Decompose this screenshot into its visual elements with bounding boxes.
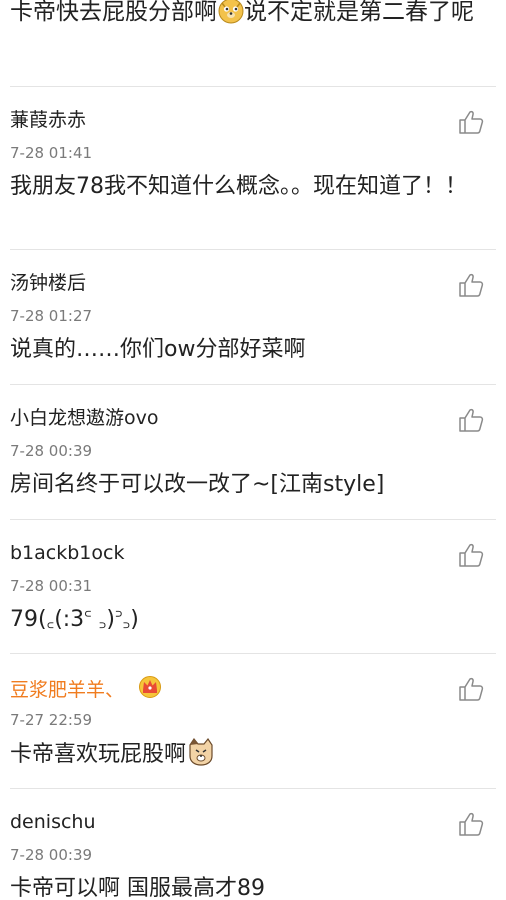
comment-item: 蒹葭赤赤 7-28 01:41 我朋友78我不知道什么概念。。现在知道了！！ bbox=[0, 87, 506, 221]
comment-content: 79(꜀(:3꜂ ꜆)꜄꜆) bbox=[10, 607, 139, 632]
comment-content: 我朋友78我不知道什么概念。。现在知道了！！ bbox=[10, 174, 467, 199]
crown-icon bbox=[138, 674, 162, 705]
thumbs-up-icon[interactable] bbox=[458, 272, 484, 298]
comment-content: 房间名终于可以改一改了~[江南style] bbox=[10, 472, 385, 497]
comment-timestamp: 7-27 22:59 bbox=[10, 711, 93, 729]
comment-content: 卡帝可以啊 国服最高才89 bbox=[10, 876, 265, 900]
comment-timestamp: 7-28 00:39 bbox=[10, 442, 93, 460]
comment-content: 说真的……你们ow分部好菜啊 bbox=[10, 337, 306, 362]
comment-text: 卡帝喜欢玩屁股啊 bbox=[10, 742, 187, 767]
comment-content: 卡帝喜欢玩屁股啊 bbox=[10, 737, 480, 776]
thumbs-up-icon[interactable] bbox=[458, 542, 484, 568]
comment-username[interactable]: 小白龙想遨游ovo bbox=[10, 405, 159, 431]
comment-username[interactable]: 豆浆肥羊羊、 bbox=[10, 674, 162, 705]
comment-timestamp: 7-28 01:41 bbox=[10, 144, 93, 162]
comment-item: denischu 7-28 00:39 卡帝可以啊 国服最高才89 bbox=[0, 789, 506, 900]
comment-content-partial: 卡帝快去屁股分部啊 说不定就是第二春了呢 bbox=[10, 0, 490, 35]
comment-list-screen: 卡帝快去屁股分部啊 说不定就是第二春了呢 蒹葭赤赤 7-28 01:41 我朋友7… bbox=[0, 0, 506, 900]
comment-username[interactable]: denischu bbox=[10, 809, 96, 835]
comment-item: b1ackb1ock 7-28 00:31 79(꜀(:3꜂ ꜆)꜄꜆) bbox=[0, 520, 506, 654]
comment-timestamp: 7-28 00:39 bbox=[10, 846, 93, 864]
comment-username[interactable]: b1ackb1ock bbox=[10, 540, 124, 566]
comment-item: 小白龙想遨游ovo 7-28 00:39 房间名终于可以改一改了~[江南styl… bbox=[0, 385, 506, 519]
comment-text: 说不定就是第二春了呢 bbox=[244, 0, 474, 25]
comment-item: 汤钟楼后 7-28 01:27 说真的……你们ow分部好菜啊 bbox=[0, 250, 506, 384]
comment-username-text: 豆浆肥羊羊、 bbox=[10, 679, 125, 701]
comment-text: 卡帝快去屁股分部啊 bbox=[10, 0, 217, 25]
thumbs-up-icon[interactable] bbox=[458, 676, 484, 702]
thumbs-up-icon[interactable] bbox=[458, 109, 484, 135]
comment-item: 豆浆肥羊羊、 7-27 22:59 卡帝喜欢玩屁股啊 bbox=[0, 654, 506, 788]
comment-timestamp: 7-28 01:27 bbox=[10, 307, 93, 325]
doge-emoji bbox=[218, 0, 244, 35]
cat-face-emoji bbox=[187, 737, 215, 776]
comment-timestamp: 7-28 00:31 bbox=[10, 577, 93, 595]
thumbs-up-icon[interactable] bbox=[458, 407, 484, 433]
comment-username[interactable]: 汤钟楼后 bbox=[10, 270, 86, 296]
comment-username[interactable]: 蒹葭赤赤 bbox=[10, 107, 86, 133]
thumbs-up-icon[interactable] bbox=[458, 811, 484, 837]
